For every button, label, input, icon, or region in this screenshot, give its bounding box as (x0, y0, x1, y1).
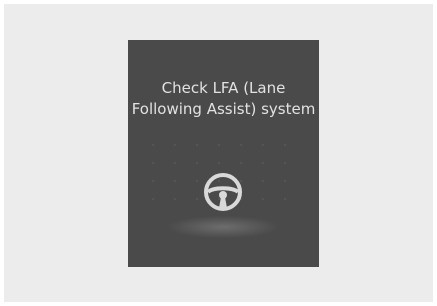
lfa-warning-message: Check LFA (Lane Following Assist) system (128, 78, 319, 120)
screenshot-frame: Check LFA (Lane Following Assist) system (4, 4, 433, 302)
instrument-cluster-display: Check LFA (Lane Following Assist) system (128, 40, 319, 267)
warning-line-2: Following Assist) system (131, 100, 316, 118)
steering-wheel-icon (204, 173, 242, 211)
warning-line-1: Check LFA (Lane (161, 79, 286, 97)
lane-glow (168, 216, 278, 238)
